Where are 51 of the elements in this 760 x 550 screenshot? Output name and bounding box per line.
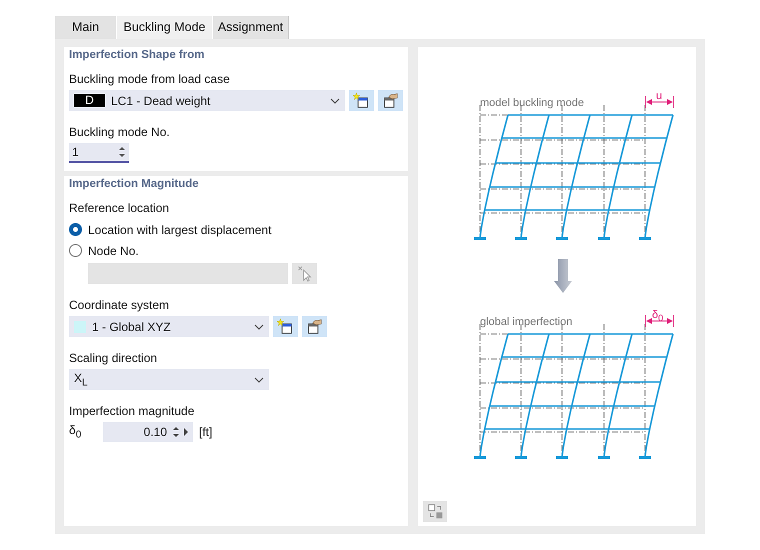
spinner-value: 1 — [72, 145, 79, 159]
new-button[interactable] — [273, 316, 298, 337]
radio-button[interactable] — [69, 244, 82, 257]
mode-number-spinner[interactable]: 1 — [69, 143, 129, 163]
field-label: Buckling mode from load case — [69, 72, 231, 86]
new-button[interactable] — [349, 90, 374, 111]
edit-button[interactable] — [302, 316, 327, 337]
load-case-dropdown[interactable]: D LC1 - Dead weight — [69, 90, 345, 111]
radio-option[interactable]: Node No. — [69, 240, 403, 261]
coordinate-system-dropdown[interactable]: 1 - Global XYZ — [69, 316, 269, 337]
diagram-label: global imperfection — [480, 316, 572, 328]
section-title: Imperfection Shape from — [69, 49, 206, 61]
chevron-icon — [254, 376, 264, 382]
window-hand-icon — [306, 318, 323, 335]
dimension-label: u — [656, 90, 662, 102]
tab[interactable]: Buckling Mode — [117, 16, 213, 39]
field-label: Imperfection magnitude — [69, 404, 196, 418]
down-arrow-icon — [554, 259, 572, 293]
field-label: Reference location — [69, 201, 170, 215]
load-case-badge: D — [74, 94, 105, 107]
field-label: Buckling mode No. — [69, 125, 171, 139]
cursor-icon — [296, 265, 313, 282]
dropdown-value: LC1 - Dead weight — [111, 94, 212, 108]
scaling-direction-dropdown[interactable]: X$_{L}$ — [69, 369, 269, 390]
chevron-icon — [330, 98, 340, 104]
unit-label: [ft] — [199, 425, 212, 439]
swap-images-icon — [426, 503, 444, 520]
swap-button[interactable] — [423, 501, 447, 522]
dropdown-value: X$_{L}$ — [74, 370, 89, 388]
edit-button[interactable] — [378, 90, 403, 111]
new-window-icon — [353, 92, 370, 109]
spinner-value: 0.10 — [144, 425, 167, 439]
spin-arrows-icon — [173, 426, 189, 438]
radio-label: Location with largest displacement — [88, 222, 272, 236]
chevron-icon — [254, 324, 264, 330]
diagram-label: model buckling mode — [480, 97, 584, 109]
symbol-label: δ$_{0}$ — [69, 423, 82, 441]
spin-arrows-icon — [119, 146, 125, 158]
radio-button[interactable] — [69, 223, 82, 236]
tab[interactable]: Assignment — [213, 16, 289, 39]
magnitude-spinner[interactable]: 0.10 — [103, 422, 193, 442]
tab[interactable]: Main — [55, 16, 117, 39]
window-hand-icon — [382, 92, 399, 109]
radio-label: Node No. — [88, 244, 139, 258]
field-label: Scaling direction — [69, 351, 158, 365]
field-label: Coordinate system — [69, 298, 170, 312]
pick-button[interactable] — [292, 263, 317, 284]
dropdown-value: 1 - Global XYZ — [92, 320, 172, 334]
new-window-icon — [277, 318, 294, 335]
radio-option[interactable]: Location with largest displacement — [69, 219, 403, 240]
section-title: Imperfection Magnitude — [69, 178, 200, 190]
